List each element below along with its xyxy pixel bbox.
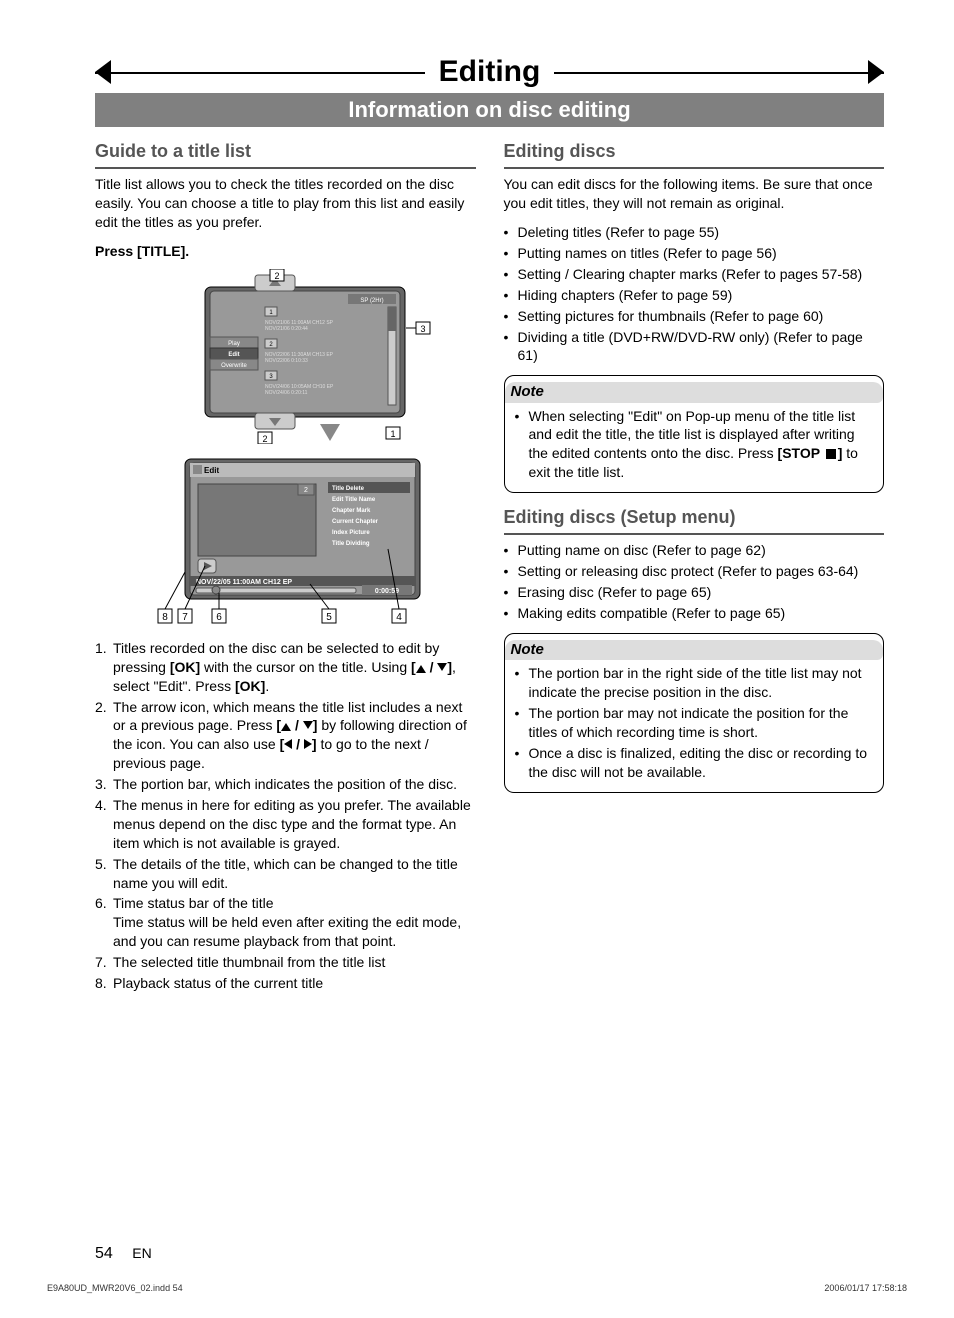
numbered-list: 1. Titles recorded on the disc can be se… <box>95 639 476 993</box>
menu-item-3: Current Chapter <box>332 519 379 525</box>
svg-text:NOV/22/06 0:10:33: NOV/22/06 0:10:33 <box>265 358 308 364</box>
edit-badge: 2 <box>304 487 308 494</box>
list-item: 5.The details of the title, which can be… <box>95 855 476 893</box>
list-item: 3.The portion bar, which indicates the p… <box>95 775 476 794</box>
title-list-diagram: SP (2Hr) Play Edit Overwrite 1 NOV/21/06… <box>130 269 440 444</box>
bullet-item: Setting / Clearing chapter marks (Refer … <box>504 265 885 284</box>
bullet-item: Setting or releasing disc protect (Refer… <box>504 562 885 581</box>
list-item: 7.The selected title thumbnail from the … <box>95 953 476 972</box>
bullet-item: Erasing disc (Refer to page 65) <box>504 583 885 602</box>
setup-menu-bullets: Putting name on disc (Refer to page 62) … <box>504 541 885 623</box>
list-item: 4.The menus in here for editing as you p… <box>95 796 476 853</box>
note-item: Once a disc is finalized, editing the di… <box>515 744 874 782</box>
note-box-1: Note When selecting "Edit" on Pop-up men… <box>504 375 885 493</box>
chevron-left-icon <box>95 60 111 84</box>
callout-bl: 2 <box>263 434 268 444</box>
right-heading-1: Editing discs <box>504 139 885 163</box>
callout-7: 7 <box>182 612 188 623</box>
detail-text: NOV/22/05 11:00AM CH12 EP <box>196 579 292 586</box>
press-prefix: Press <box>95 243 137 259</box>
edit-label: Edit <box>204 466 219 475</box>
menu-play: Play <box>228 341 240 347</box>
bullet-item: Deleting titles (Refer to page 55) <box>504 223 885 242</box>
up-arrow-icon <box>416 665 426 673</box>
title-banner: Editing <box>95 55 884 89</box>
list-item: 8.Playback status of the current title <box>95 974 476 993</box>
note-item: The portion bar in the right side of the… <box>515 664 874 702</box>
chevron-right-icon <box>868 60 884 84</box>
up-arrow-icon <box>281 723 291 731</box>
menu-item-5: Title Dividing <box>332 541 370 547</box>
menu-edit: Edit <box>229 352 240 358</box>
page-title: Editing <box>425 55 555 89</box>
left-column: Guide to a title list Title list allows … <box>95 139 476 1003</box>
bullet-item: Hiding chapters (Refer to page 59) <box>504 286 885 305</box>
callout-4: 4 <box>396 612 402 623</box>
section-subtitle: Information on disc editing <box>95 93 884 127</box>
down-arrow-icon <box>437 663 447 671</box>
stop-icon <box>826 449 836 459</box>
list-item: 1. Titles recorded on the disc can be se… <box>95 639 476 696</box>
menu-item-2: Chapter Mark <box>332 508 371 514</box>
bullet-item: Dividing a title (DVD+RW/DVD-RW only) (R… <box>504 328 885 366</box>
bullet-item: Setting pictures for thumbnails (Refer t… <box>504 307 885 326</box>
callout-top: 2 <box>275 271 280 281</box>
edit-screen-diagram: Edit 2 Title Delete Edit Title Name Chap… <box>130 454 440 629</box>
page: Editing Information on disc editing Guid… <box>0 0 954 1318</box>
page-footer: 54 EN <box>95 1245 884 1263</box>
menu-item-1: Edit Title Name <box>332 497 376 503</box>
right-arrow-icon <box>304 739 312 749</box>
note-text: When selecting "Edit" on Pop-up menu of … <box>515 407 874 483</box>
heading-underline <box>504 167 885 169</box>
down-arrow-icon <box>303 721 313 729</box>
bullet-item: Putting name on disc (Refer to page 62) <box>504 541 885 560</box>
note-box-2: Note The portion bar in the right side o… <box>504 633 885 793</box>
svg-text:NOV/24/06 0:20:11: NOV/24/06 0:20:11 <box>265 390 308 396</box>
press-bold: [TITLE]. <box>137 243 189 259</box>
meta-date: 2006/01/17 17:58:18 <box>824 1283 907 1293</box>
editing-discs-bullets: Deleting titles (Refer to page 55) Putti… <box>504 223 885 365</box>
menu-overwrite: Overwrite <box>221 363 247 369</box>
page-lang: EN <box>132 1245 151 1261</box>
bullet-item: Putting names on titles (Refer to page 5… <box>504 244 885 263</box>
list-item: 6.Time status bar of the title Time stat… <box>95 894 476 951</box>
callout-right: 3 <box>421 324 426 334</box>
print-metadata: E9A80UD_MWR20V6_02.indd 54 2006/01/17 17… <box>47 1283 907 1293</box>
right-heading-2: Editing discs (Setup menu) <box>504 505 885 529</box>
page-number: 54 <box>95 1245 113 1262</box>
meta-file: E9A80UD_MWR20V6_02.indd 54 <box>47 1283 183 1293</box>
right-column: Editing discs You can edit discs for the… <box>504 139 885 1003</box>
note-title: Note <box>505 640 884 660</box>
callout-8: 8 <box>162 612 168 623</box>
menu-item-0: Title Delete <box>332 486 365 492</box>
right-intro-1: You can edit discs for the following ite… <box>504 175 885 213</box>
heading-underline <box>95 167 476 169</box>
list-item: 2. The arrow icon, which means the title… <box>95 698 476 774</box>
heading-underline <box>504 533 885 535</box>
left-heading: Guide to a title list <box>95 139 476 163</box>
callout-5: 5 <box>326 612 332 623</box>
note-title: Note <box>505 382 884 402</box>
note-item: The portion bar may not indicate the pos… <box>515 704 874 742</box>
press-title-line: Press [TITLE]. <box>95 242 476 261</box>
figure-edit-screen: Edit 2 Title Delete Edit Title Name Chap… <box>95 454 476 629</box>
callout-br: 1 <box>391 429 396 439</box>
callout-6: 6 <box>216 612 222 623</box>
left-intro: Title list allows you to check the title… <box>95 175 476 232</box>
svg-text:NOV/21/06 0:20:44: NOV/21/06 0:20:44 <box>265 326 308 332</box>
figure-title-list: SP (2Hr) Play Edit Overwrite 1 NOV/21/06… <box>95 269 476 444</box>
bullet-item: Making edits compatible (Refer to page 6… <box>504 604 885 623</box>
two-column-layout: Guide to a title list Title list allows … <box>95 139 884 1003</box>
menu-item-4: Index Picture <box>332 530 370 536</box>
sp-label: SP (2Hr) <box>361 298 384 304</box>
